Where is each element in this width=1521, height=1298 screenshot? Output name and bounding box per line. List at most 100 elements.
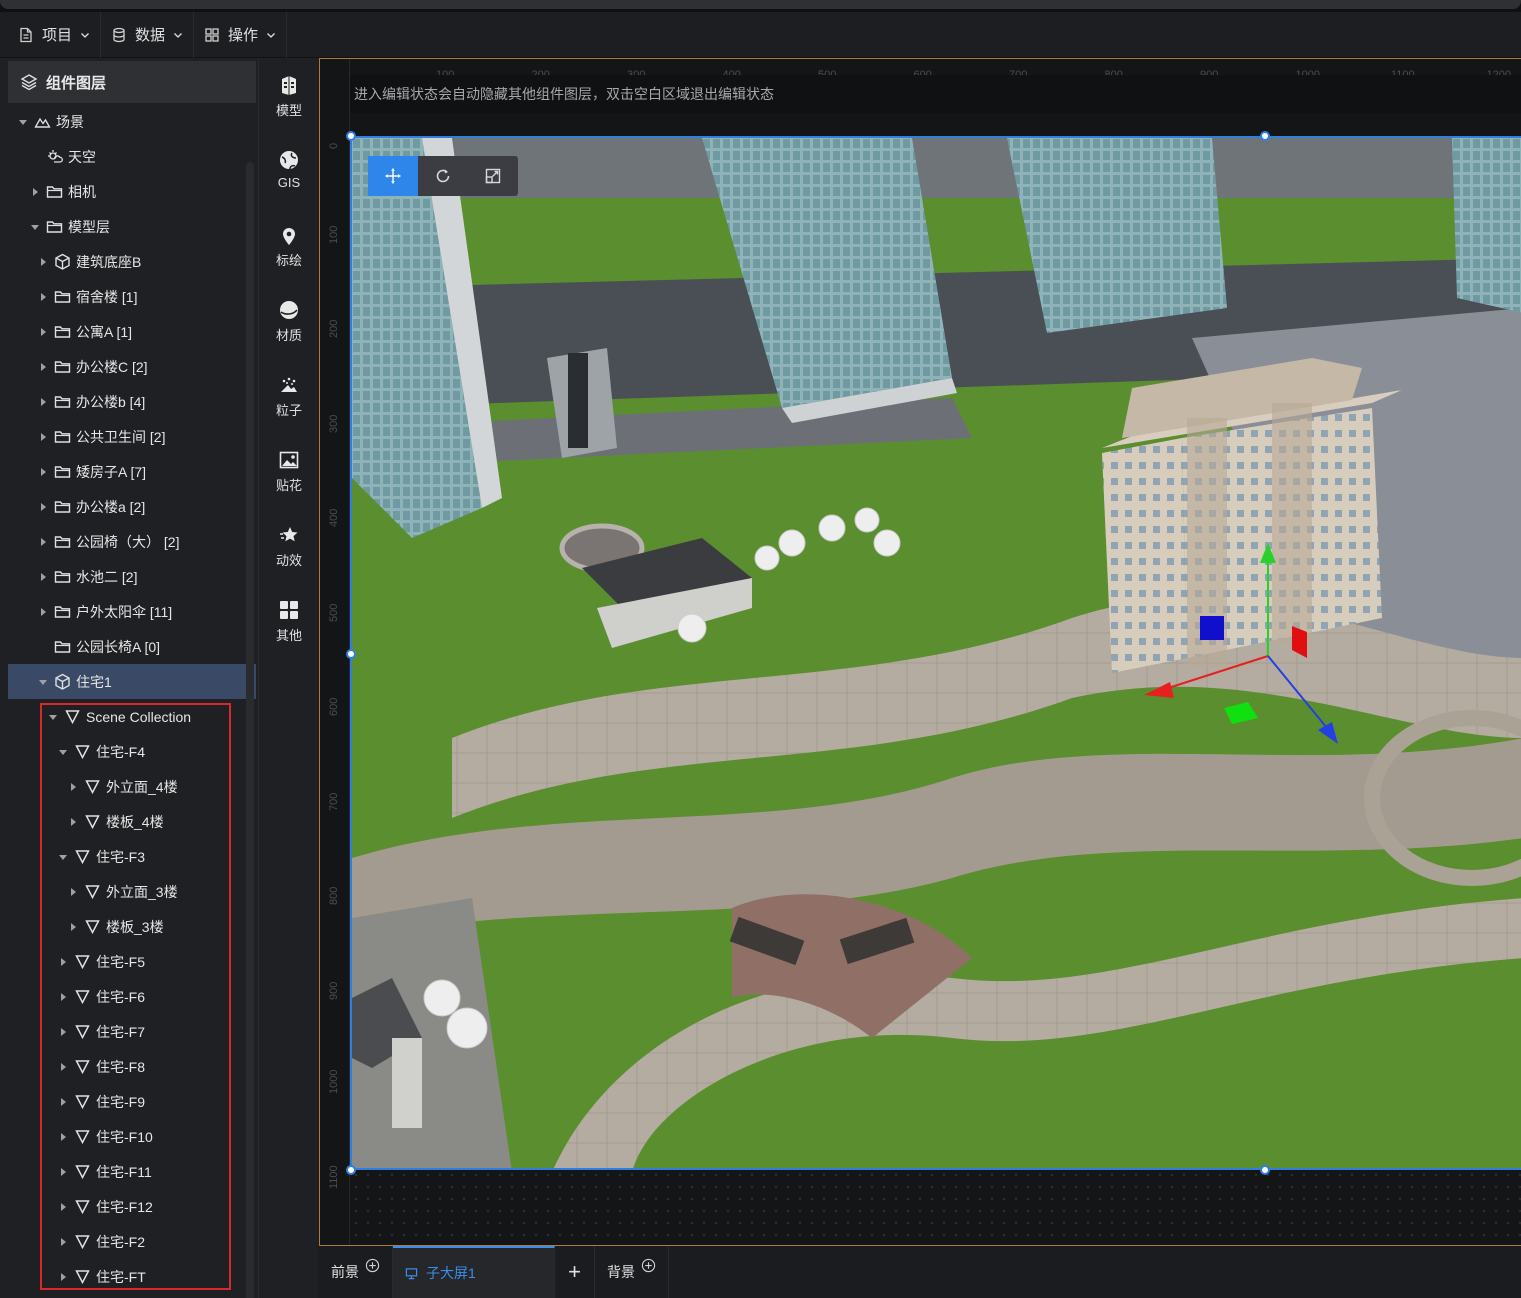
caret-right-icon[interactable]	[38, 292, 48, 302]
caret-right-icon[interactable]	[58, 1132, 68, 1142]
layer-tree-row[interactable]: 住宅-FT	[8, 1259, 256, 1294]
caret-right-icon[interactable]	[68, 887, 78, 897]
layer-tree-row[interactable]: 住宅-F4	[8, 734, 256, 769]
layer-tree-row[interactable]: 户外太阳伞 [11]	[8, 594, 256, 629]
layer-tree-row[interactable]: 外立面_4楼	[8, 769, 256, 804]
move-tool-button[interactable]	[368, 156, 418, 196]
layer-tree-row[interactable]: 住宅-F9	[8, 1084, 256, 1119]
caret-right-icon[interactable]	[58, 1097, 68, 1107]
caret-right-icon[interactable]	[30, 187, 40, 197]
layer-tree-row[interactable]: 相机	[8, 174, 256, 209]
layer-tree-row[interactable]: 建筑底座B	[8, 244, 256, 279]
selection-handle-top[interactable]	[1260, 131, 1270, 141]
caret-down-icon[interactable]	[18, 117, 28, 127]
layer-tree-row[interactable]: 矮房子A [7]	[8, 454, 256, 489]
caret-down-icon[interactable]	[48, 712, 58, 722]
selection-handle-top-left[interactable]	[346, 131, 356, 141]
add-screen-button[interactable]: +	[555, 1246, 595, 1298]
menu-data[interactable]: 数据	[101, 11, 195, 58]
caret-right-icon[interactable]	[38, 502, 48, 512]
caret-right-icon[interactable]	[38, 467, 48, 477]
caret-right-icon[interactable]	[38, 257, 48, 267]
layer-tree-row[interactable]: 住宅-F10	[8, 1119, 256, 1154]
caret-down-icon[interactable]	[38, 677, 48, 687]
scale-tool-button[interactable]	[468, 156, 518, 196]
caret-right-icon[interactable]	[38, 572, 48, 582]
caret-right-icon[interactable]	[38, 607, 48, 617]
caret-down-icon[interactable]	[30, 222, 40, 232]
layer-tree-row[interactable]: 楼板_4楼	[8, 804, 256, 839]
caret-right-icon[interactable]	[58, 1027, 68, 1037]
folder-icon	[54, 641, 71, 653]
layer-tree-scrollbar[interactable]	[246, 162, 254, 1298]
layer-tree-row[interactable]: 住宅-F5	[8, 944, 256, 979]
caret-right-icon[interactable]	[38, 362, 48, 372]
caret-right-icon[interactable]	[58, 1237, 68, 1247]
caret-right-icon[interactable]	[38, 537, 48, 547]
layer-tree-row[interactable]: 水池二 [2]	[8, 559, 256, 594]
caret-right-icon[interactable]	[38, 397, 48, 407]
layer-tree-row[interactable]: 住宅1	[8, 664, 256, 699]
plus-circle-icon[interactable]	[641, 1258, 656, 1273]
layer-tree-row[interactable]: 住宅-F8	[8, 1049, 256, 1084]
caret-down-icon[interactable]	[58, 747, 68, 757]
plus-circle-icon[interactable]	[365, 1258, 380, 1273]
layer-tree-row[interactable]: 住宅-F7	[8, 1014, 256, 1049]
caret-right-icon[interactable]	[38, 432, 48, 442]
layer-tree-row[interactable]: 公寓A [1]	[8, 314, 256, 349]
scene-viewport[interactable]	[350, 136, 1521, 1170]
tab-sub-screen-1[interactable]: 子大屏1	[393, 1246, 555, 1298]
layer-tree-row[interactable]: 住宅-F12	[8, 1189, 256, 1224]
caret-down-icon[interactable]	[58, 852, 68, 862]
caret-right-icon[interactable]	[68, 817, 78, 827]
tool-building[interactable]: 模型	[259, 74, 319, 134]
tool-apps-grid[interactable]: 其他	[259, 599, 319, 659]
layer-tree-row[interactable]: 办公楼a [2]	[8, 489, 256, 524]
layer-tree-row-label: 模型层	[68, 218, 110, 235]
layer-tree-row[interactable]: 公园长椅A [0]	[8, 629, 256, 664]
caret-right-icon[interactable]	[58, 1062, 68, 1072]
layer-tree-row[interactable]: 宿舍楼 [1]	[8, 279, 256, 314]
caret-right-icon[interactable]	[58, 992, 68, 1002]
caret-right-icon[interactable]	[58, 1272, 68, 1282]
tool-material-sphere[interactable]: 材质	[259, 299, 319, 359]
edit-hint-bar: 进入编辑状态会自动隐藏其他组件图层，双击空白区域退出编辑状态	[350, 75, 1521, 113]
tool-globe[interactable]: GIS	[259, 149, 319, 209]
layer-tree-row[interactable]: 外立面_3楼	[8, 874, 256, 909]
caret-right-icon[interactable]	[68, 782, 78, 792]
tool-decal-image[interactable]: 贴花	[259, 449, 319, 509]
layer-tree-row[interactable]: 住宅-F3	[8, 839, 256, 874]
layer-tree-row[interactable]: 住宅-F2	[8, 1224, 256, 1259]
rotate-icon	[436, 169, 450, 183]
menu-operation[interactable]: 操作	[194, 11, 288, 58]
layer-tree-row[interactable]: 办公楼b [4]	[8, 384, 256, 419]
layer-tree-row[interactable]: 场景	[8, 104, 256, 139]
tool-sparkle-star[interactable]: 动效	[259, 524, 319, 584]
caret-right-icon[interactable]	[58, 957, 68, 967]
layer-tree-row[interactable]: 住宅-F11	[8, 1154, 256, 1189]
layer-tree-row-label: 住宅-F7	[96, 1023, 145, 1040]
layer-tree-row[interactable]: 办公楼C [2]	[8, 349, 256, 384]
caret-right-icon[interactable]	[38, 327, 48, 337]
globe-icon	[280, 151, 298, 170]
editor-canvas[interactable]: 100200300400500600700800900100011001200 …	[319, 58, 1521, 1246]
caret-right-icon[interactable]	[58, 1202, 68, 1212]
layer-tree-row[interactable]: 住宅-F6	[8, 979, 256, 1014]
caret-right-icon[interactable]	[58, 1167, 68, 1177]
tab-background[interactable]: 背景	[595, 1246, 669, 1298]
layer-tree-row[interactable]: 公共卫生间 [2]	[8, 419, 256, 454]
layer-tree-row[interactable]: 公园椅（大） [2]	[8, 524, 256, 559]
canvas-empty-area[interactable]	[350, 1169, 1521, 1245]
rotate-tool-button[interactable]	[418, 156, 468, 196]
layer-tree-row[interactable]: 天空	[8, 139, 256, 174]
layer-tree-row[interactable]: Scene Collection	[8, 699, 256, 734]
selection-handle-left[interactable]	[346, 649, 356, 659]
tab-foreground[interactable]: 前景	[319, 1246, 393, 1298]
menu-project[interactable]: 项目	[8, 11, 102, 58]
layer-tree-row[interactable]: 楼板_3楼	[8, 909, 256, 944]
tool-pin[interactable]: 标绘	[259, 224, 319, 284]
tool-particles[interactable]: 粒子	[259, 374, 319, 434]
caret-right-icon[interactable]	[68, 922, 78, 932]
layer-tree-row[interactable]: 模型层	[8, 209, 256, 244]
folder-icon	[54, 326, 71, 338]
